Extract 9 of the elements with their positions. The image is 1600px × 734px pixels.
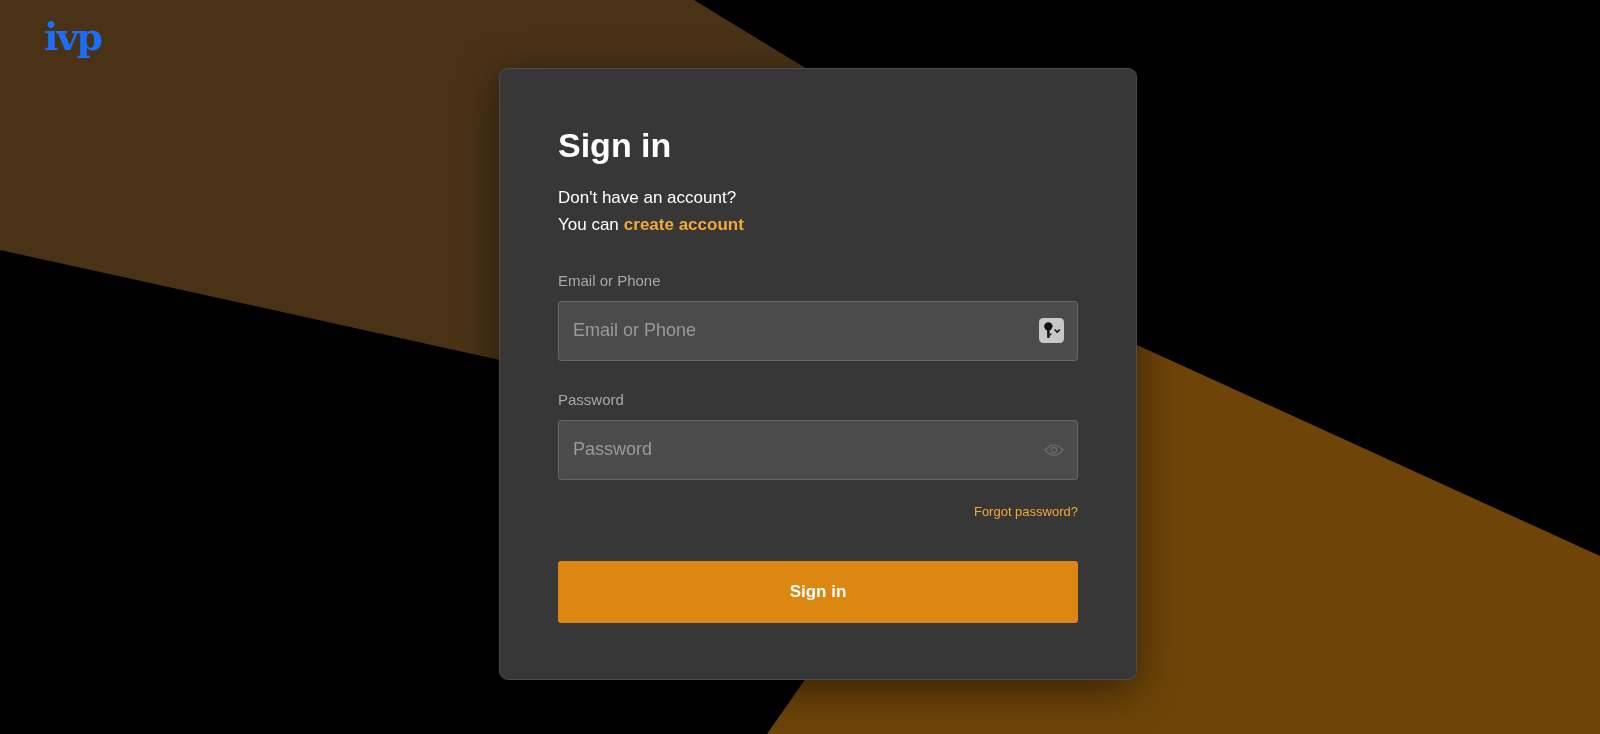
prompt-text: Don't have an account? [558, 186, 738, 209]
field-label: Password [558, 390, 625, 408]
input-field[interactable]: Email or Phone [558, 300, 1078, 361]
create-account-link[interactable]: create account [623, 214, 744, 234]
input-field[interactable]: Password [558, 419, 1078, 480]
card-title: Sign in [558, 125, 673, 166]
forgot-password-link[interactable]: Forgot password? [973, 503, 1078, 519]
prompt-text: You can [558, 214, 619, 234]
field-label: Email or Phone [558, 271, 662, 289]
